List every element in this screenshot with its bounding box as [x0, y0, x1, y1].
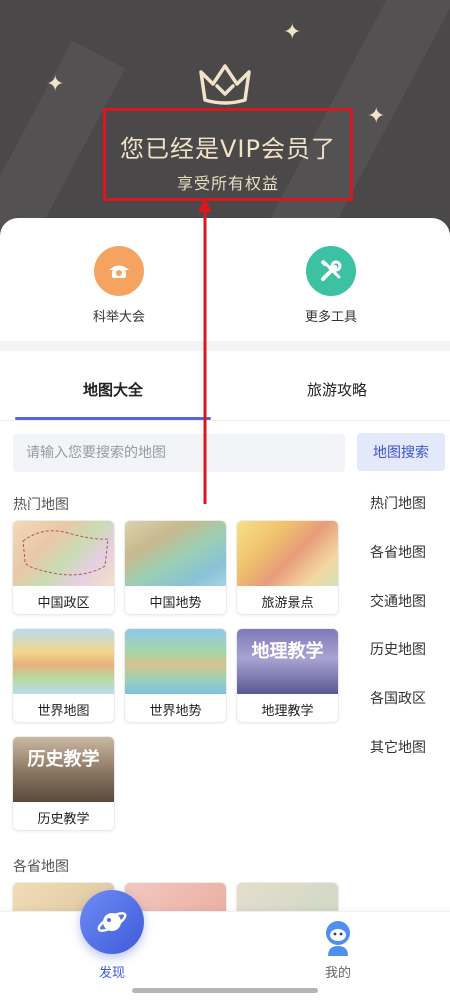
map-tile-china-terrain[interactable]: 中国地势 — [124, 520, 227, 615]
map-tile-label: 旅游景点 — [261, 596, 314, 611]
tool-more-tools[interactable]: 更多工具 — [271, 218, 391, 325]
map-tile-world-map[interactable]: 世界地图 — [12, 628, 115, 723]
vip-status-highlight: 您已经是VIP会员了 享受所有权益 — [103, 108, 353, 201]
bottom-nav: 发现 我的 — [0, 890, 450, 1001]
planet-icon — [97, 912, 127, 932]
map-thumbnail — [125, 521, 226, 586]
cap-badge-icon — [94, 246, 144, 296]
side-category-country-political[interactable]: 各国政区 — [370, 688, 426, 708]
map-tile-label: 世界地图 — [37, 704, 90, 719]
map-tile-china-political[interactable]: 中国政区 — [12, 520, 115, 615]
map-thumbnail — [237, 521, 338, 586]
thumbnail-caption: 历史教学 — [27, 749, 100, 770]
map-thumbnail: 历史教学 — [13, 737, 114, 802]
map-tile-label: 中国地势 — [149, 596, 202, 611]
section-title-province-maps: 各省地图 — [13, 859, 69, 875]
map-tile-tourist-spots[interactable]: 旅游景点 — [236, 520, 339, 615]
tool-keju-dahui[interactable]: 科举大会 — [59, 218, 179, 325]
side-category-hot-maps[interactable]: 热门地图 — [370, 493, 426, 513]
map-thumbnail — [125, 629, 226, 694]
side-category-history-maps[interactable]: 历史地图 — [370, 639, 426, 659]
tools-icon — [306, 246, 356, 296]
map-tile-label: 世界地势 — [149, 704, 202, 719]
tab-travel-guides[interactable]: 旅游攻略 — [262, 379, 412, 400]
map-thumbnail — [13, 629, 114, 694]
profile-icon[interactable] — [322, 920, 354, 956]
vip-header: ✦ ✦ ✦ 您已经是VIP会员了 享受所有权益 — [0, 0, 450, 250]
map-tile-geography-teaching[interactable]: 地理教学 地理教学 — [236, 628, 339, 723]
section-title-hot-maps: 热门地图 — [13, 497, 69, 513]
map-tile-world-terrain[interactable]: 世界地势 — [124, 628, 227, 723]
section-divider — [0, 341, 450, 351]
side-category-traffic-maps[interactable]: 交通地图 — [370, 591, 426, 611]
thumbnail-caption: 地理教学 — [251, 641, 324, 662]
sparkle-icon: ✦ — [283, 20, 302, 45]
sparkle-icon: ✦ — [367, 104, 386, 129]
map-tile-history-teaching[interactable]: 历史教学 历史教学 — [12, 736, 115, 831]
side-category-province-maps[interactable]: 各省地图 — [370, 542, 426, 562]
nav-label-discover[interactable]: 发现 — [82, 962, 142, 981]
vip-subtitle: 享受所有权益 — [176, 174, 279, 193]
sparkle-icon: ✦ — [46, 72, 65, 97]
nav-label-mine[interactable]: 我的 — [308, 962, 368, 981]
home-indicator — [132, 988, 318, 993]
map-tile-label: 历史教学 — [37, 812, 90, 827]
map-tile-label: 中国政区 — [37, 596, 90, 611]
main-card: 科举大会 更多工具 地图大全 旅游攻略 地图搜索 热门地图 中国政区 中国地势 — [0, 218, 450, 1001]
tab-divider — [0, 420, 450, 421]
map-search-input[interactable] — [13, 434, 345, 472]
crown-icon — [199, 64, 251, 105]
map-search-button[interactable]: 地图搜索 — [357, 433, 445, 471]
map-tile-label: 地理教学 — [261, 704, 314, 719]
vip-title: 您已经是VIP会员了 — [120, 135, 336, 163]
tab-maps[interactable]: 地图大全 — [38, 379, 188, 400]
map-thumbnail: 地理教学 — [237, 629, 338, 694]
discover-tab-button[interactable] — [80, 890, 144, 954]
map-thumbnail — [13, 521, 114, 586]
annotation-arrow — [198, 198, 212, 504]
tool-label: 科举大会 — [92, 310, 145, 325]
tool-label: 更多工具 — [304, 310, 357, 325]
side-category-other-maps[interactable]: 其它地图 — [370, 737, 426, 757]
